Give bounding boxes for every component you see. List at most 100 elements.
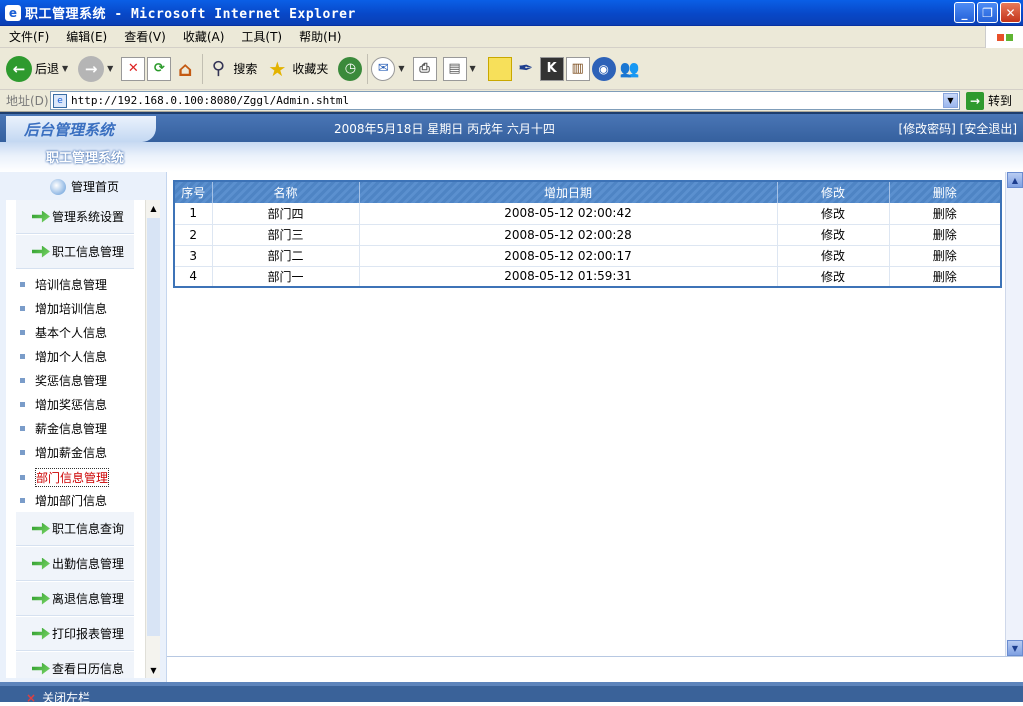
history-button[interactable]: ◷ <box>338 52 363 86</box>
mail-button[interactable]: ✉ ▼ <box>371 52 405 86</box>
main-scrollbar[interactable]: ▲ ▼ <box>1005 172 1023 656</box>
search-button[interactable]: ⚲ 搜索 <box>206 52 258 86</box>
table-row: 4 部门一 2008-05-12 01:59:31 修改 删除 <box>174 266 1002 288</box>
cell-name: 部门四 <box>212 203 360 225</box>
sidebar-group-label: 管理系统设置 <box>52 210 125 224</box>
arrow-icon <box>32 522 50 535</box>
menu-file[interactable]: 文件(F) <box>0 28 57 45</box>
print-button[interactable]: ⎙ <box>412 52 437 86</box>
system-title: 职工管理系统 <box>46 151 125 166</box>
sidebar-item-training[interactable]: 培训信息管理 <box>20 276 107 293</box>
page-footer: × 关闭左栏 <box>0 682 1023 705</box>
sidebar-group-label: 打印报表管理 <box>52 627 125 641</box>
sidebar-scrollbar[interactable]: ▲ ▼ <box>145 200 160 678</box>
sidebar-group-label: 离退信息管理 <box>52 592 125 606</box>
sidebar-item-add-rewards[interactable]: 增加奖惩信息 <box>20 396 107 413</box>
cell-date: 2008-05-12 02:00:17 <box>359 245 778 267</box>
maximize-button[interactable]: ❐ <box>977 2 998 23</box>
sidebar-item-salary[interactable]: 薪金信息管理 <box>20 420 107 437</box>
home-link[interactable]: 管理首页 <box>50 178 119 195</box>
chevron-down-icon: ▼ <box>469 64 476 73</box>
sidebar-item-label: 奖惩信息管理 <box>35 374 108 388</box>
address-dropdown-icon[interactable]: ▼ <box>943 93 958 108</box>
scroll-thumb[interactable] <box>147 218 160 636</box>
edit-link[interactable]: 修改 <box>777 266 890 288</box>
sidebar-item-personal[interactable]: 基本个人信息 <box>20 324 107 341</box>
sidebar-group-calendar[interactable]: 查看日历信息 <box>16 652 134 678</box>
sidebar-group-retirement[interactable]: 离退信息管理 <box>16 582 134 616</box>
menu-view[interactable]: 查看(V) <box>115 28 174 45</box>
scroll-up-icon[interactable]: ▲ <box>1007 172 1023 188</box>
close-button[interactable]: ✕ <box>1000 2 1021 23</box>
discuss-button[interactable]: ◉ <box>591 52 616 86</box>
delete-link[interactable]: 删除 <box>889 203 1002 225</box>
address-input[interactable]: e http://192.168.0.100:8080/Zggl/Admin.s… <box>50 91 960 110</box>
menu-favorites[interactable]: 收藏(A) <box>174 28 233 45</box>
go-button[interactable]: → 转到 <box>966 91 1012 110</box>
research-button[interactable]: ▥ <box>565 52 590 86</box>
k-app-icon: K <box>539 56 564 81</box>
window-titlebar: e 职工管理系统 - Microsoft Internet Explorer _… <box>0 0 1023 26</box>
edit-link[interactable]: 修改 <box>777 245 890 267</box>
delete-link[interactable]: 删除 <box>889 245 1002 267</box>
sidebar-item-rewards[interactable]: 奖惩信息管理 <box>20 372 107 389</box>
table-row: 2 部门三 2008-05-12 02:00:28 修改 删除 <box>174 224 1002 246</box>
sidebar-group-label: 查看日历信息 <box>52 662 125 676</box>
sidebar-group-staff[interactable]: 职工信息管理 <box>16 235 134 269</box>
msn-button[interactable]: 👥 <box>618 52 642 86</box>
minimize-button[interactable]: _ <box>954 2 975 23</box>
feather-icon: ✒ <box>518 58 534 79</box>
scroll-down-icon[interactable]: ▼ <box>147 663 160 677</box>
note-button[interactable] <box>487 52 512 86</box>
page-icon: e <box>53 93 67 108</box>
sidebar-item-departments[interactable]: 部门信息管理 <box>20 468 110 487</box>
cell-name: 部门二 <box>212 245 360 267</box>
sidebar-item-add-training[interactable]: 增加培训信息 <box>20 300 107 317</box>
address-bar: 地址(D) e http://192.168.0.100:8080/Zggl/A… <box>0 90 1023 112</box>
sidebar-item-label: 基本个人信息 <box>35 326 108 340</box>
sidebar-item-add-salary[interactable]: 增加薪金信息 <box>20 444 107 461</box>
col-header-delete: 删除 <box>889 181 1002 203</box>
close-sidebar-link[interactable]: × 关闭左栏 <box>26 689 90 706</box>
scroll-up-icon[interactable]: ▲ <box>147 201 160 215</box>
sidebar-group-reports[interactable]: 打印报表管理 <box>16 617 134 651</box>
menu-help[interactable]: 帮助(H) <box>290 28 349 45</box>
sidebar-item-add-department[interactable]: 增加部门信息 <box>20 492 107 509</box>
sidebar-group-settings[interactable]: 管理系统设置 <box>16 200 134 234</box>
menu-bar: 文件(F) 编辑(E) 查看(V) 收藏(A) 工具(T) 帮助(H) <box>0 26 1023 48</box>
header-links[interactable]: [修改密码] [安全退出] <box>898 120 1017 137</box>
k-button[interactable]: K <box>539 52 564 86</box>
delete-link[interactable]: 删除 <box>889 266 1002 288</box>
home-icon: ⌂ <box>178 56 193 81</box>
messenger-button[interactable]: ✒ <box>514 52 538 86</box>
favorites-button[interactable]: ★ 收藏夹 <box>265 52 328 86</box>
sidebar-item-label: 薪金信息管理 <box>35 422 108 436</box>
address-label: 地址(D) <box>6 94 49 108</box>
stop-button[interactable]: ✕ <box>121 52 146 86</box>
main-footer <box>167 656 1023 682</box>
table-header-row: 序号 名称 增加日期 修改 删除 <box>174 181 1002 203</box>
menu-edit[interactable]: 编辑(E) <box>57 28 115 45</box>
delete-link[interactable]: 删除 <box>889 224 1002 246</box>
sidebar-item-add-personal[interactable]: 增加个人信息 <box>20 348 107 365</box>
edit-button[interactable]: ▤ ▼ <box>442 52 476 86</box>
back-label: 后退 <box>35 62 60 76</box>
edit-link[interactable]: 修改 <box>777 224 890 246</box>
close-icon: × <box>26 690 37 705</box>
refresh-button[interactable]: ⟳ <box>147 52 172 86</box>
home-button[interactable]: ⌂ <box>173 52 197 86</box>
admin-logo: 后台管理系统 <box>6 116 156 142</box>
scroll-down-icon[interactable]: ▼ <box>1007 640 1023 656</box>
table-row: 3 部门二 2008-05-12 02:00:17 修改 删除 <box>174 245 1002 267</box>
back-button[interactable]: ← 后退 ▼ <box>6 52 68 86</box>
table-row: 1 部门四 2008-05-12 02:00:42 修改 删除 <box>174 203 1002 225</box>
sidebar-group-attendance[interactable]: 出勤信息管理 <box>16 547 134 581</box>
sidebar-group-query[interactable]: 职工信息查询 <box>16 512 134 546</box>
page-content: 后台管理系统 2008年5月18日 星期日 丙戌年 六月十四 [修改密码] [安… <box>0 112 1023 705</box>
forward-button[interactable]: → ▼ <box>78 52 113 86</box>
col-header-index: 序号 <box>174 181 213 203</box>
edit-link[interactable]: 修改 <box>777 203 890 225</box>
sidebar: 管理首页 管理系统设置 职工信息管理 培训信息管理 增加培训信息 基本个人信息 … <box>0 172 166 682</box>
note-icon <box>487 56 512 81</box>
menu-tools[interactable]: 工具(T) <box>232 28 290 45</box>
